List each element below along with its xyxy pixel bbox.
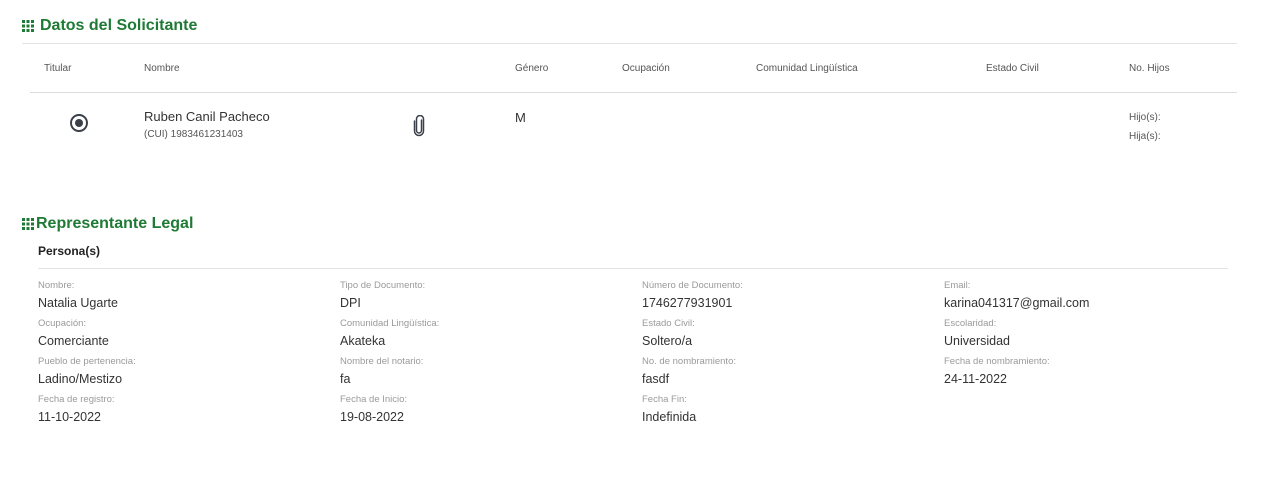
field-tipo-documento-label: Tipo de Documento: bbox=[340, 280, 426, 291]
solicitante-cui: (CUI) 1983461231403 bbox=[144, 129, 243, 140]
field-fecha-nombramiento-label: Fecha de nombramiento: bbox=[944, 356, 1050, 367]
field-numero-documento-label: Número de Documento: bbox=[642, 280, 743, 291]
grip-dots-icon bbox=[22, 218, 34, 230]
field-email-label: Email: bbox=[944, 280, 971, 291]
column-header-nombre: Nombre bbox=[144, 63, 180, 74]
solicitante-section-title: Datos del Solicitante bbox=[22, 17, 197, 35]
field-fecha-registro-value: 11-10-2022 bbox=[38, 410, 102, 424]
field-fecha-fin-value: Indefinida bbox=[642, 410, 697, 424]
divider bbox=[22, 43, 1237, 44]
field-no-nombramiento-value: fasdf bbox=[642, 372, 670, 386]
field-estado-civil-value: Soltero/a bbox=[642, 334, 693, 348]
field-ocupacion-value: Comerciante bbox=[38, 334, 109, 348]
field-escolaridad-label: Escolaridad: bbox=[944, 318, 997, 329]
field-estado-civil-label: Estado Civil: bbox=[642, 318, 695, 329]
column-header-no-hijos: No. Hijos bbox=[1129, 63, 1170, 74]
field-tipo-documento-value: DPI bbox=[340, 296, 361, 310]
radio-selected-icon[interactable] bbox=[70, 114, 88, 132]
hijos-label: Hijo(s): bbox=[1129, 112, 1161, 123]
field-no-nombramiento-label: No. de nombramiento: bbox=[642, 356, 736, 367]
field-nombre-value: Natalia Ugarte bbox=[38, 296, 118, 310]
representante-title-text: Representante Legal bbox=[36, 215, 194, 232]
grip-dots-icon bbox=[22, 20, 34, 32]
divider bbox=[38, 268, 1228, 269]
field-fecha-nombramiento-value: 24-11-2022 bbox=[944, 372, 1008, 386]
column-header-comunidad: Comunidad Lingüística bbox=[756, 63, 858, 74]
field-nombre-label: Nombre: bbox=[38, 280, 75, 291]
field-ocupacion-label: Ocupación: bbox=[38, 318, 87, 329]
persona-subtitle: Persona(s) bbox=[38, 244, 101, 258]
field-fecha-inicio-label: Fecha de Inicio: bbox=[340, 394, 408, 405]
table-header-divider bbox=[30, 92, 1237, 93]
field-escolaridad-value: Universidad bbox=[944, 334, 1011, 348]
field-fecha-registro-label: Fecha de registro: bbox=[38, 394, 115, 405]
solicitante-genero: M bbox=[515, 110, 526, 125]
field-notario-label: Nombre del notario: bbox=[340, 356, 424, 367]
field-pueblo-label: Pueblo de pertenencia: bbox=[38, 356, 136, 367]
solicitante-nombre: Ruben Canil Pacheco bbox=[144, 109, 270, 124]
field-pueblo-value: Ladino/Mestizo bbox=[38, 372, 123, 386]
representante-section-title: Representante Legal bbox=[22, 215, 193, 233]
field-comunidad-value: Akateka bbox=[340, 334, 386, 348]
paperclip-icon[interactable] bbox=[412, 114, 426, 137]
column-header-titular: Titular bbox=[44, 63, 72, 74]
field-numero-documento-value: 1746277931901 bbox=[642, 296, 733, 310]
field-email-value: karina041317@gmail.com bbox=[944, 296, 1090, 310]
column-header-genero: Género bbox=[515, 63, 549, 74]
hijas-label: Hija(s): bbox=[1129, 131, 1161, 142]
field-fecha-fin-label: Fecha Fin: bbox=[642, 394, 687, 405]
field-fecha-inicio-value: 19-08-2022 bbox=[340, 410, 404, 424]
field-comunidad-label: Comunidad Lingüística: bbox=[340, 318, 440, 329]
field-notario-value: fa bbox=[340, 372, 351, 386]
column-header-estado-civil: Estado Civil bbox=[986, 63, 1039, 74]
solicitante-title-text: Datos del Solicitante bbox=[40, 17, 198, 34]
column-header-ocupacion: Ocupación bbox=[622, 63, 670, 74]
